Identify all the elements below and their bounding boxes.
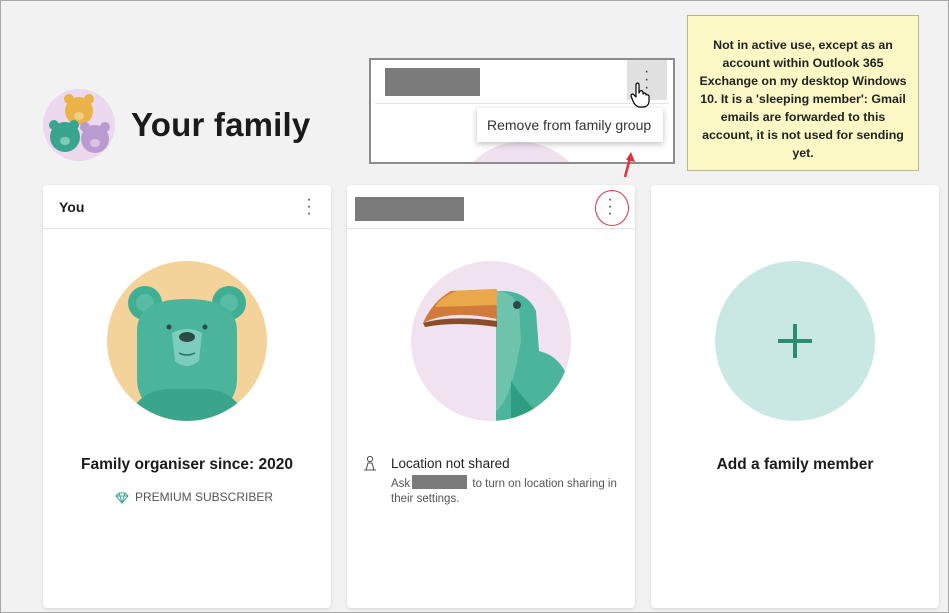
more-options-icon[interactable]: · · · <box>301 192 317 222</box>
avatar-peek <box>453 142 589 162</box>
card-you: You · · · Family organiser since: 2020 PRE… <box>43 185 331 608</box>
location-status: Location not shared <box>391 456 510 471</box>
premium-badge: PREMIUM SUBSCRIBER <box>115 490 274 505</box>
card-header: You · · · <box>43 185 331 229</box>
redacted-name <box>385 68 480 96</box>
hand-cursor-icon <box>630 82 650 108</box>
bear-avatar <box>107 261 267 421</box>
annotation-circle <box>595 190 629 226</box>
page-title: Your family <box>131 106 311 143</box>
plus-icon <box>778 324 812 358</box>
location-hint: Ask to turn on location sharing in their… <box>391 475 621 507</box>
remove-from-family-menu-item[interactable]: Remove from family group <box>477 108 663 142</box>
diamond-icon <box>115 492 129 505</box>
organiser-text: Family organiser since: 2020 <box>81 456 293 473</box>
card-family-member: · · · Location not shared Ask to turn on l… <box>347 185 635 608</box>
add-member-label[interactable]: Add a family member <box>651 456 939 474</box>
divider <box>375 103 669 104</box>
family-avatar-icon <box>43 89 115 161</box>
redacted-member-name <box>355 197 464 221</box>
card-header: · · · <box>347 185 635 229</box>
add-member-button[interactable] <box>715 261 875 421</box>
annotation-note: Not in active use, except as an account … <box>687 15 919 171</box>
card-add-member[interactable]: Add a family member <box>651 185 939 608</box>
location-ask: Ask <box>391 478 411 490</box>
card-title: You <box>59 199 85 215</box>
location-person-icon <box>364 455 376 471</box>
toucan-avatar <box>411 261 571 421</box>
premium-label: PREMIUM SUBSCRIBER <box>135 490 274 504</box>
annotation-arrow-icon <box>623 152 635 178</box>
redacted-name-inline <box>412 475 468 489</box>
callout-screenshot: · · · Remove from family group <box>369 58 675 164</box>
